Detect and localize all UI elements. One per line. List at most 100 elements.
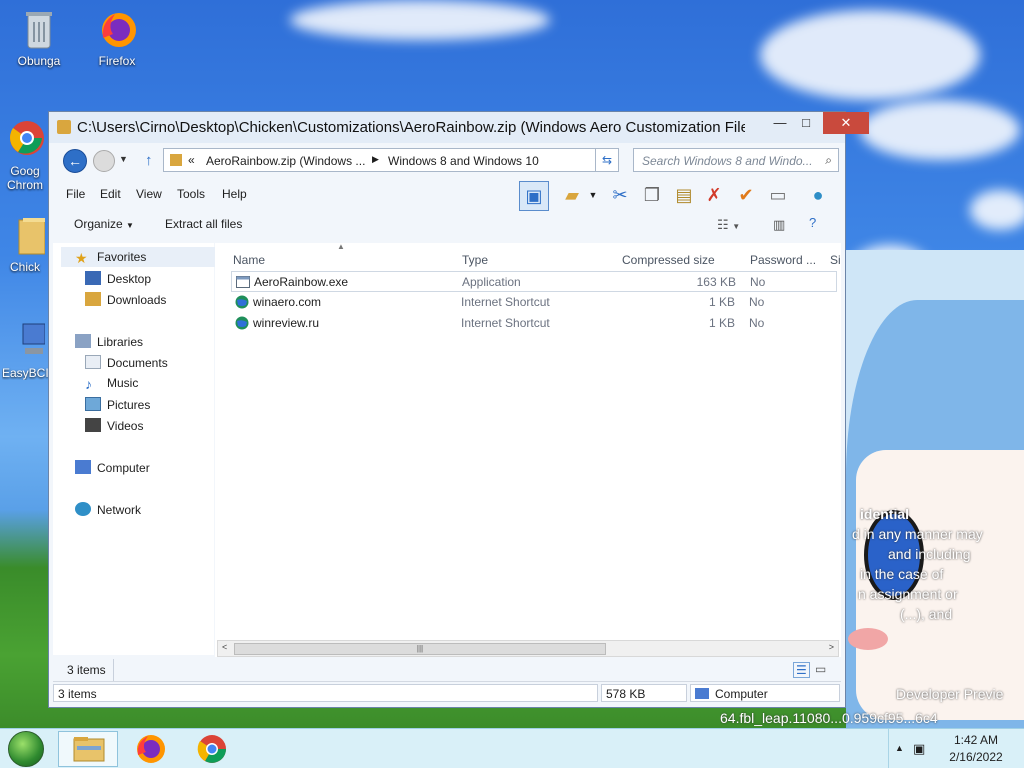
nav-pictures[interactable]: Pictures bbox=[85, 397, 150, 412]
test-button[interactable]: ✔ bbox=[731, 181, 761, 211]
address-segment[interactable]: Windows 8 and Windows 10 bbox=[388, 154, 539, 168]
delete-button[interactable]: ✗ bbox=[699, 181, 729, 211]
table-row[interactable]: winaero.com Internet Shortcut 1 KB No bbox=[231, 292, 837, 313]
file-password: No bbox=[749, 295, 765, 309]
taskbar-firefox[interactable] bbox=[121, 731, 181, 767]
list-view-icon: ☷ bbox=[717, 217, 729, 232]
preview-pane-toggle[interactable]: ▥ bbox=[773, 217, 785, 233]
close-button[interactable]: ✕ bbox=[823, 112, 869, 134]
large-icons-icon: ▭ bbox=[815, 662, 827, 676]
table-row[interactable]: winreview.ru Internet Shortcut 1 KB No bbox=[231, 313, 837, 334]
nav-favorites[interactable]: ★ Favorites bbox=[61, 247, 217, 267]
chevron-down-icon: ▼ bbox=[126, 221, 134, 230]
menu-tools[interactable]: Tools bbox=[177, 187, 205, 201]
nav-label: Videos bbox=[107, 419, 144, 433]
desktop-icon-easybcd[interactable]: EasyBCI bbox=[2, 320, 48, 380]
nav-videos[interactable]: Videos bbox=[85, 418, 143, 433]
divider bbox=[113, 659, 114, 681]
address-separator[interactable]: ▶ bbox=[372, 154, 379, 165]
column-header-name[interactable]: Name bbox=[233, 253, 265, 267]
watermark-line: idential bbox=[860, 506, 910, 522]
scroll-left-icon[interactable]: < bbox=[222, 642, 227, 652]
shell-button[interactable]: ● bbox=[803, 181, 833, 211]
status-location: Computer bbox=[690, 684, 840, 702]
menu-edit[interactable]: Edit bbox=[100, 187, 121, 201]
navigation-pane: ★ Favorites Desktop Downloads Libraries D… bbox=[53, 243, 217, 655]
address-chevron[interactable]: « bbox=[188, 153, 195, 167]
nav-documents[interactable]: Documents bbox=[85, 355, 168, 370]
large-icons-view-button[interactable]: ▭ bbox=[815, 662, 826, 676]
table-row[interactable]: AeroRainbow.exe Application 163 KB No bbox=[231, 271, 837, 292]
nav-desktop[interactable]: Desktop bbox=[85, 271, 151, 286]
title-bar[interactable]: C:\Users\Cirno\Desktop\Chicken\Customiza… bbox=[49, 112, 869, 143]
music-icon: ♪ bbox=[85, 376, 92, 392]
up-button[interactable]: ↑ bbox=[145, 152, 153, 169]
address-bar[interactable]: « AeroRainbow.zip (Windows ... ▶ Windows… bbox=[163, 148, 619, 172]
paste-button[interactable]: ▤ bbox=[669, 181, 699, 211]
nav-computer[interactable]: Computer bbox=[75, 460, 150, 475]
folder-icon bbox=[5, 214, 46, 256]
search-icon[interactable]: ⌕ bbox=[825, 153, 832, 168]
back-button[interactable]: ← bbox=[63, 149, 87, 173]
copy-button[interactable]: ❐ bbox=[637, 181, 667, 211]
layout-icon: ▣ bbox=[525, 186, 543, 206]
column-header-type[interactable]: Type bbox=[462, 253, 488, 267]
menu-file[interactable]: File bbox=[66, 187, 85, 201]
nav-libraries[interactable]: Libraries bbox=[75, 334, 143, 349]
desktop-icon-label: Firefox bbox=[98, 54, 136, 68]
refresh-button[interactable]: ⇆ bbox=[595, 148, 619, 172]
desktop-icon-chrome[interactable]: Goog Chrom bbox=[2, 118, 48, 192]
folder-options-dropdown[interactable]: ▼ bbox=[585, 181, 601, 211]
scroll-right-icon[interactable]: > bbox=[829, 642, 834, 652]
recent-pages-dropdown[interactable]: ▼ bbox=[119, 154, 128, 164]
help-icon: ? bbox=[809, 215, 817, 230]
extract-all-button[interactable]: Extract all files bbox=[165, 217, 242, 231]
watermark-line: (...), and bbox=[900, 606, 953, 622]
cut-button[interactable]: ✂ bbox=[605, 181, 635, 211]
globe-icon bbox=[235, 316, 249, 330]
view-options-button[interactable]: ☷ ▼ bbox=[717, 217, 740, 233]
status-bar: 3 items 578 KB Computer bbox=[53, 681, 841, 703]
scissors-icon: ✂ bbox=[612, 185, 628, 205]
desktop-icon-chicken-folder[interactable]: Chick bbox=[2, 214, 48, 274]
desktop-icon-label: Chick bbox=[9, 260, 40, 274]
status-item-count: 3 items bbox=[53, 684, 598, 702]
scroll-thumb[interactable]: ||| bbox=[234, 643, 606, 655]
clock[interactable]: 1:42 AM 2/16/2022 bbox=[933, 733, 1019, 764]
clock-time: 1:42 AM bbox=[953, 733, 999, 747]
taskbar-explorer[interactable] bbox=[58, 731, 118, 767]
maximize-button[interactable]: □ bbox=[793, 112, 819, 134]
info-button[interactable]: ▭ bbox=[763, 181, 793, 211]
organize-button[interactable]: Organize ▼ bbox=[74, 217, 134, 231]
start-button[interactable] bbox=[4, 731, 48, 767]
nav-network[interactable]: Network bbox=[75, 502, 141, 517]
nav-downloads[interactable]: Downloads bbox=[85, 292, 166, 307]
forward-button[interactable] bbox=[93, 150, 115, 172]
menu-help[interactable]: Help bbox=[222, 187, 247, 201]
column-header-compressed-size[interactable]: Compressed size bbox=[622, 253, 715, 267]
folder-options-button[interactable]: ▰ bbox=[557, 181, 587, 211]
horizontal-scrollbar[interactable]: < ||| > bbox=[217, 640, 839, 657]
desktop-icon-firefox[interactable]: Firefox bbox=[82, 8, 152, 68]
search-input[interactable]: Search Windows 8 and Windo... bbox=[642, 154, 816, 168]
network-tray-icon[interactable]: ▣ bbox=[913, 741, 925, 757]
show-hidden-icons-button[interactable]: ▲ bbox=[895, 743, 904, 753]
videos-icon bbox=[85, 418, 101, 432]
minimize-button[interactable]: — bbox=[767, 112, 793, 134]
arrow-up-icon: ↑ bbox=[145, 152, 153, 169]
menu-view[interactable]: View bbox=[136, 187, 162, 201]
address-segment[interactable]: AeroRainbow.zip (Windows ... bbox=[206, 154, 365, 168]
refresh-icon: ⇆ bbox=[601, 153, 613, 167]
help-button[interactable]: ? bbox=[809, 215, 816, 230]
column-header-extra[interactable]: Si bbox=[830, 253, 841, 267]
taskbar-chrome[interactable] bbox=[182, 731, 242, 767]
nav-music[interactable]: ♪ Music bbox=[85, 376, 138, 392]
search-box[interactable]: Search Windows 8 and Windo... ⌕ bbox=[633, 148, 839, 172]
column-header-password[interactable]: Password ... bbox=[750, 253, 816, 267]
preview-pane-button[interactable]: ▣ bbox=[519, 181, 549, 211]
details-view-button[interactable]: ☰ bbox=[793, 662, 810, 678]
navigation-row: ← ▼ ↑ « AeroRainbow.zip (Windows ... ▶ W… bbox=[49, 143, 845, 177]
chevron-up-icon: ▲ bbox=[895, 743, 904, 753]
computer-icon bbox=[75, 460, 91, 474]
desktop-icon-recycle-bin[interactable]: Obunga bbox=[4, 8, 74, 68]
